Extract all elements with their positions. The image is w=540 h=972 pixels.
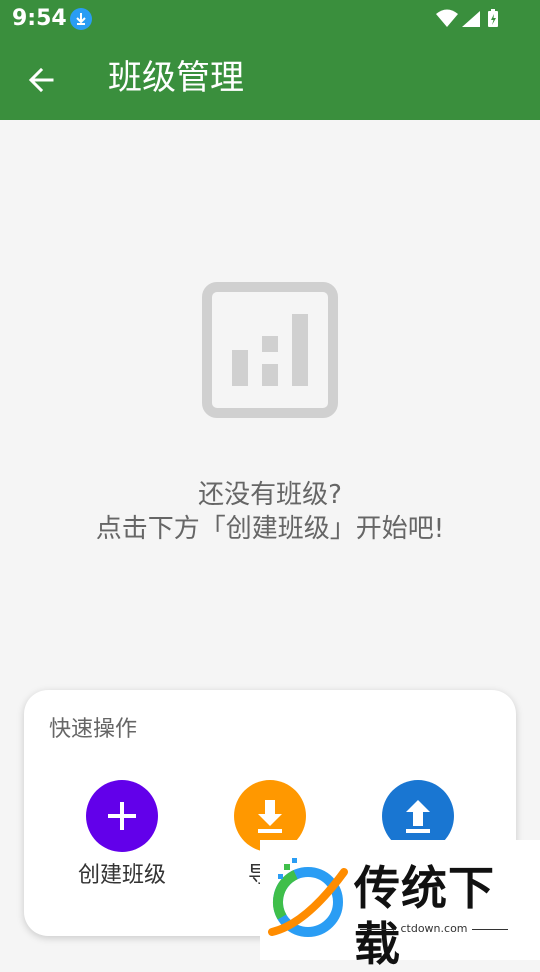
app-bar: 班级管理 xyxy=(0,38,540,120)
bar-chart-icon xyxy=(202,282,338,418)
empty-state-message: 还没有班级? 点击下方「创建班级」开始吧! xyxy=(0,478,540,546)
empty-state-line1: 还没有班级? xyxy=(198,480,342,510)
watermark-text: 传统下载 xyxy=(354,861,495,971)
create-class-button[interactable]: 创建班级 xyxy=(48,780,196,890)
plus-icon xyxy=(108,802,136,830)
watermark-logo-icon xyxy=(268,858,348,937)
wifi-icon xyxy=(436,9,458,27)
watermark-url: ctdown.com xyxy=(354,922,514,935)
status-bar: 9:54 xyxy=(0,0,540,38)
create-class-label: 创建班级 xyxy=(77,863,166,888)
arrow-back-icon xyxy=(28,67,54,93)
page-title: 班级管理 xyxy=(108,58,244,98)
battery-icon xyxy=(488,9,498,27)
back-button[interactable] xyxy=(20,58,64,102)
status-icons xyxy=(436,8,502,34)
download-notification-icon xyxy=(70,8,92,30)
status-time: 9:54 xyxy=(12,6,67,31)
signal-icon xyxy=(462,11,480,27)
watermark: 传统下载 ctdown.com xyxy=(260,840,540,971)
create-class-circle[interactable] xyxy=(86,780,158,852)
quick-actions-title: 快速操作 xyxy=(49,717,138,742)
empty-state-line2: 点击下方「创建班级」开始吧! xyxy=(95,514,445,544)
